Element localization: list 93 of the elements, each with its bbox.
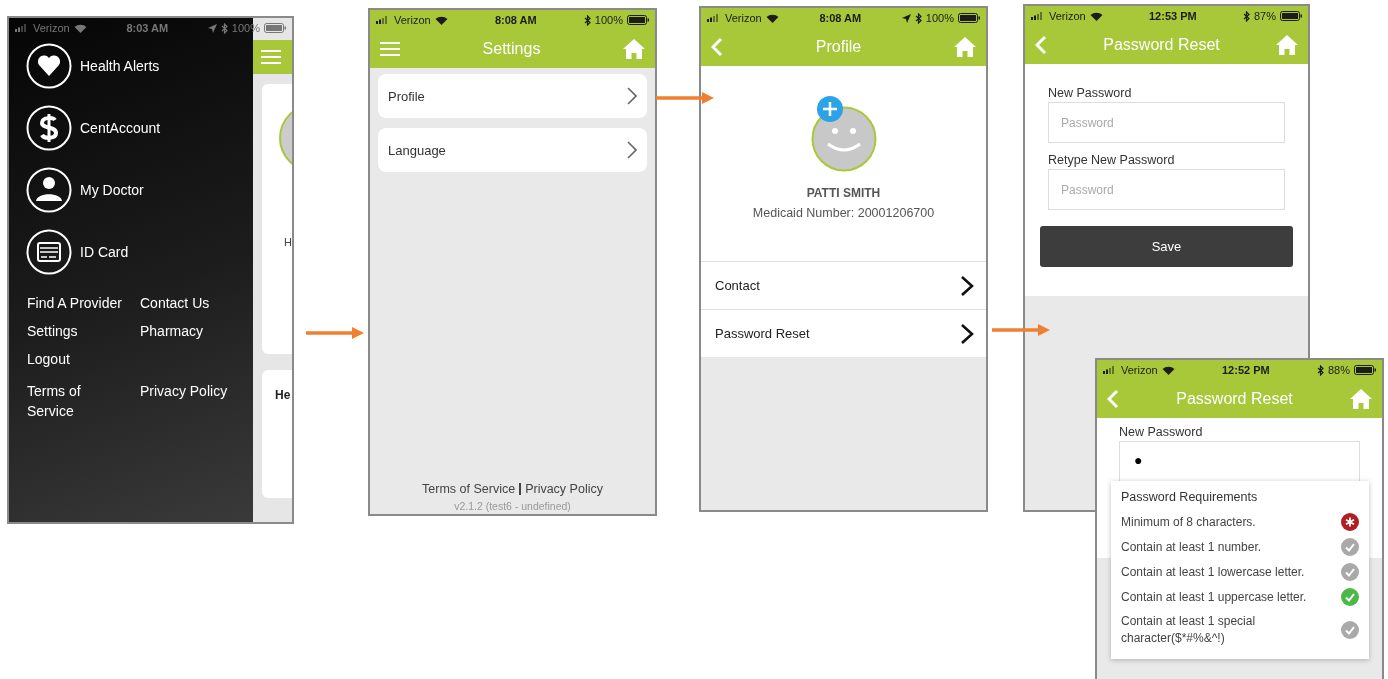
screen-title: Password Reset	[1176, 390, 1293, 408]
requirement-text: Contain at least 1 special character($*#%&^!)	[1121, 613, 1257, 647]
menu-link[interactable]: Find A Provider	[27, 293, 122, 313]
card-text: H	[284, 236, 292, 248]
person-icon	[26, 167, 72, 213]
requirement-text: Minimum of 8 characters.	[1121, 513, 1256, 531]
wifi-icon	[1161, 365, 1175, 375]
battery-icon	[1354, 365, 1376, 375]
battery-icon	[627, 15, 649, 25]
bluetooth-icon	[220, 22, 228, 34]
menu-item[interactable]: ID Card	[26, 229, 129, 275]
menu-icon[interactable]	[261, 49, 281, 65]
menu-row[interactable]: Contact	[701, 261, 986, 309]
screen-title: Password Reset	[1103, 36, 1220, 54]
status-time: 12:52 PM	[1222, 364, 1270, 376]
field-label: New Password	[1119, 425, 1203, 439]
home-icon[interactable]	[623, 39, 645, 59]
status-time: 8:08 AM	[819, 12, 862, 24]
status-time: 12:53 PM	[1149, 10, 1197, 22]
carrier-name: Verizon	[1121, 364, 1158, 376]
battery-percent: 100%	[594, 14, 623, 26]
battery-icon	[1280, 11, 1302, 21]
battery-percent: 100%	[925, 12, 954, 24]
bluetooth-icon	[1242, 10, 1250, 22]
flow-arrow	[992, 324, 1050, 336]
add-photo-icon[interactable]	[816, 96, 843, 122]
back-icon[interactable]	[711, 37, 723, 57]
signal-icon	[707, 14, 721, 22]
bluetooth-icon	[583, 14, 591, 26]
card-text: He	[275, 388, 291, 402]
back-icon[interactable]	[1107, 389, 1119, 409]
flow-arrow	[656, 92, 714, 104]
wifi-icon	[73, 23, 87, 33]
wifi-icon	[434, 15, 448, 25]
id-card-icon	[26, 229, 72, 275]
bluetooth-icon	[1316, 364, 1324, 376]
popup-title: Password Requirements	[1121, 490, 1258, 504]
save-button[interactable]: Save	[1040, 226, 1293, 267]
signal-icon	[15, 24, 29, 32]
member-name: PATTI SMITH	[806, 186, 881, 200]
requirement-text: Contain at least 1 number.	[1121, 538, 1262, 556]
signal-icon	[1031, 12, 1045, 20]
menu-icon[interactable]	[380, 41, 400, 57]
menu-link[interactable]: Contact Us	[140, 293, 210, 313]
version-text: v2.1.2 (test6 - undefined)	[454, 500, 571, 512]
field-label: Retype New Password	[1048, 153, 1175, 167]
menu-item[interactable]: CentAccount	[26, 105, 161, 151]
settings-item[interactable]: Language	[378, 128, 647, 172]
chevron-right-icon	[627, 87, 637, 105]
menu-link[interactable]: Terms of Service	[27, 381, 107, 421]
status-time: 8:08 AM	[494, 14, 537, 26]
wifi-icon	[765, 13, 779, 23]
chevron-right-icon	[627, 141, 637, 159]
carrier-name: Verizon	[1049, 10, 1086, 22]
home-icon[interactable]	[954, 37, 976, 57]
requirement-text: Contain at least 1 uppercase letter.	[1121, 588, 1307, 606]
signal-icon	[1103, 366, 1117, 374]
wifi-icon	[1089, 11, 1103, 21]
field-label: New Password	[1048, 86, 1132, 100]
menu-item[interactable]: My Doctor	[26, 167, 144, 213]
battery-icon	[264, 23, 286, 33]
footer-link[interactable]: Privacy Policy	[525, 482, 603, 496]
chevron-right-icon	[960, 322, 974, 345]
dollar-icon	[26, 105, 72, 151]
signal-icon	[376, 16, 390, 24]
requirement-text: Contain at least 1 lowercase letter.	[1121, 563, 1305, 581]
carrier-name: Verizon	[394, 14, 431, 26]
menu-item[interactable]: Health Alerts	[26, 43, 160, 89]
carrier-name: Verizon	[33, 22, 70, 34]
carrier-name: Verizon	[725, 12, 762, 24]
battery-percent: 88%	[1327, 364, 1350, 376]
home-icon[interactable]	[1276, 35, 1298, 55]
password-field[interactable]: Password	[1048, 169, 1285, 210]
flow-arrow	[306, 327, 364, 339]
menu-link[interactable]: Logout	[27, 349, 70, 369]
settings-item[interactable]: Profile	[378, 74, 647, 118]
chevron-right-icon	[960, 274, 974, 297]
medicaid-number: Medicaid Number: 20001206700	[752, 206, 935, 220]
battery-icon	[958, 13, 980, 23]
battery-percent: 87%	[1253, 10, 1276, 22]
menu-row[interactable]: Password Reset	[701, 309, 986, 357]
screen-title: Profile	[815, 38, 862, 56]
status-time: 8:03 AM	[126, 22, 169, 34]
avatar-placeholder-icon	[810, 106, 877, 172]
password-field[interactable]: Password	[1048, 102, 1285, 143]
bluetooth-icon	[914, 12, 922, 24]
menu-link[interactable]: Privacy Policy	[140, 381, 228, 401]
home-icon[interactable]	[1350, 389, 1372, 409]
menu-link[interactable]: Settings	[27, 321, 78, 341]
back-icon[interactable]	[1035, 35, 1047, 55]
screen-title: Settings	[482, 40, 541, 58]
menu-link[interactable]: Pharmacy	[140, 321, 204, 341]
footer-link[interactable]: Terms of Service	[422, 482, 516, 496]
